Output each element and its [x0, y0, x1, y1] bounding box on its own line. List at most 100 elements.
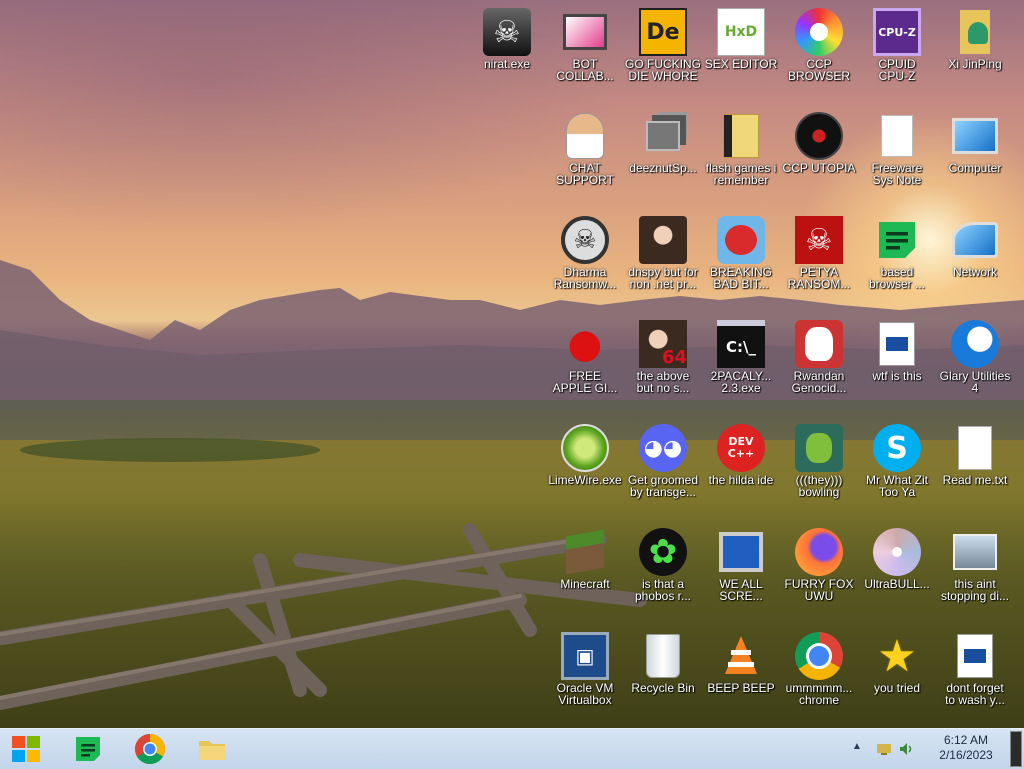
desktop-icon[interactable]: ▣ Oracle VM Virtualbox: [546, 628, 624, 728]
desktop-icon[interactable]: 64 the above but no s...: [624, 316, 702, 416]
desktop-icon-label: 2PACALY... 2.3.exe: [710, 369, 772, 395]
desktop-icon[interactable]: CCP UTOPIA: [780, 108, 858, 208]
desktop-icon[interactable]: CHAT SUPPORT: [546, 108, 624, 208]
desktop-icon[interactable]: WE ALL SCRE...: [702, 524, 780, 624]
desktop-icon[interactable]: ummmmm... chrome: [780, 628, 858, 728]
desktop-icon-label: GO FUCKING DIE WHORE: [624, 57, 701, 83]
firefox-icon: [795, 528, 843, 576]
recycle-bin-icon: [639, 632, 687, 680]
de-logo-icon: De: [639, 8, 687, 56]
desktop-icon[interactable]: Read me.txt: [936, 420, 1014, 520]
desktop-icon[interactable]: Glary Utilities 4: [936, 316, 1014, 416]
desktop-icon[interactable]: Network: [936, 212, 1014, 312]
desktop-icon-label: BOT COLLAB...: [556, 57, 614, 83]
desktop-icon[interactable]: BOT COLLAB...: [546, 4, 624, 104]
desktop-icon[interactable]: based browser ...: [858, 212, 936, 312]
desktop-icon[interactable]: C:\_ 2PACALY... 2.3.exe: [702, 316, 780, 416]
desktop-icon[interactable]: Freeware Sys Note: [858, 108, 936, 208]
gold-star-icon: ★: [877, 632, 917, 680]
desktop-icon[interactable]: Minecraft: [546, 524, 624, 624]
desktop-icon[interactable]: flash games i remember: [702, 108, 780, 208]
chromium-rainbow-icon: [795, 8, 843, 56]
desktop-icon[interactable]: CCP BROWSER: [780, 4, 858, 104]
computer-icon: [951, 112, 999, 160]
grass-block-icon: [561, 528, 609, 576]
desktop-icon-label: the above but no s...: [636, 369, 690, 395]
desktop-icon[interactable]: FURRY FOX UWU: [780, 524, 858, 624]
angry-bird-icon: [717, 216, 765, 264]
desktop-icon-label: the hilda ide: [708, 473, 774, 487]
chrome-icon: [795, 632, 843, 680]
desktop-icon[interactable]: deeznutSp...: [624, 108, 702, 208]
desktop-icon[interactable]: ☠ nirat.exe: [468, 4, 546, 104]
taskbar-clock[interactable]: 6:12 AM 2/16/2023: [926, 733, 1006, 763]
red-apple-icon: ●: [567, 321, 603, 367]
desktop-icon-label: FURRY FOX UWU: [784, 577, 854, 603]
hxd-icon: HxD: [717, 8, 765, 56]
desktop-icon[interactable]: ☠ PETYA RANSOM...: [780, 212, 858, 312]
desktop-icon[interactable]: ☠ Dharma Ransomw...: [546, 212, 624, 312]
desktop-icon-label: CCP UTOPIA: [782, 161, 856, 175]
text-file-icon: [951, 424, 999, 472]
folder-icon: [199, 741, 225, 760]
desktop-icon[interactable]: ★ you tried: [858, 628, 936, 728]
tray-volume-icon[interactable]: [898, 741, 914, 757]
desktop-icon-label: Freeware Sys Note: [871, 161, 923, 187]
desktop-icon[interactable]: Xi JinPing: [936, 4, 1014, 104]
desktop-icon[interactable]: CPU-Z CPUID CPU-Z: [858, 4, 936, 104]
green-notes-icon: [873, 216, 921, 264]
taskbar-chrome-app[interactable]: [128, 731, 172, 767]
desktop-icon-label: SEX EDITOR: [704, 57, 778, 71]
taskbar-notes-app[interactable]: [66, 731, 110, 767]
desktop-icon[interactable]: Rwandan Genocid...: [780, 316, 858, 416]
desktop-icon[interactable]: LimeWire.exe: [546, 420, 624, 520]
desktop-icon[interactable]: ✿ is that a phobos r...: [624, 524, 702, 624]
clock-date: 2/16/2023: [939, 748, 993, 762]
desktop-icon[interactable]: dont forget to wash y...: [936, 628, 1014, 728]
desktop-icon[interactable]: Computer: [936, 108, 1014, 208]
desktop-icon-label: you tried: [873, 681, 921, 695]
network-globe-icon: [951, 216, 999, 264]
cpuz-icon: CPU-Z: [873, 8, 921, 56]
monitor-pink-icon: [561, 8, 609, 56]
desktop-icon[interactable]: Recycle Bin: [624, 628, 702, 728]
support-person-icon: [561, 112, 609, 160]
desktop-icon[interactable]: HxD SEX EDITOR: [702, 4, 780, 104]
desktop-icon[interactable]: UltraBULL...: [858, 524, 936, 624]
portrait-64-icon: 64: [639, 320, 687, 368]
tray-network-icon[interactable]: [876, 741, 892, 757]
stacked-windows-icon: [639, 112, 687, 160]
taskbar: ▲ 6:12 AM 2/16/2023: [0, 728, 1024, 769]
desktop-icon[interactable]: ● FREE APPLE GI...: [546, 316, 624, 416]
desktop-icon-label: deeznutSp...: [629, 161, 697, 175]
meme-face-icon: [795, 320, 843, 368]
desktop-icon[interactable]: wtf is this: [858, 316, 936, 416]
taskbar-explorer-app[interactable]: [190, 731, 234, 767]
desktop-icon[interactable]: De GO FUCKING DIE WHORE: [624, 4, 702, 104]
desktop-icon[interactable]: BREAKING BAD BIT...: [702, 212, 780, 312]
desktop-icon-label: Computer: [948, 161, 1002, 175]
desktop-icon-label: Glary Utilities 4: [939, 369, 1011, 395]
start-button[interactable]: [4, 731, 48, 767]
discord-icon: ◕◕: [639, 424, 687, 472]
tray-overflow-chevron-icon[interactable]: ▲: [852, 741, 862, 752]
desktop-icon[interactable]: ◕◕ Get groomed by transge...: [624, 420, 702, 520]
desktop-icon[interactable]: (((they))) bowling: [780, 420, 858, 520]
windows-logo-icon: [12, 736, 40, 762]
desktop[interactable]: ☠ nirat.exe BOT COLLAB... De GO FUCKING DIE …: [0, 0, 1024, 728]
desktop-icon[interactable]: this aint stopping di...: [936, 524, 1014, 624]
desktop-icon[interactable]: dnspy but for non .net pr...: [624, 212, 702, 312]
desktop-icon-label: dont forget to wash y...: [945, 681, 1005, 707]
grinch-icon: [795, 424, 843, 472]
vlc-cone-icon: [717, 632, 765, 680]
desktop-icon[interactable]: BEEP BEEP: [702, 628, 780, 728]
desktop-icon[interactable]: DEV C++ the hilda ide: [702, 420, 780, 520]
desktop-icon-label: LimeWire.exe: [548, 473, 622, 487]
desktop-icon-label: Read me.txt: [942, 473, 1008, 487]
desktop-icon-label: Get groomed by transge...: [627, 473, 699, 499]
dll-file-icon: [873, 320, 921, 368]
desktop-icon[interactable]: S Mr What Zit Too Ya: [858, 420, 936, 520]
show-desktop-button[interactable]: [1010, 731, 1022, 767]
desktop-icon-label: Rwandan Genocid...: [791, 369, 847, 395]
desktop-icon-label: UltraBULL...: [864, 577, 930, 591]
